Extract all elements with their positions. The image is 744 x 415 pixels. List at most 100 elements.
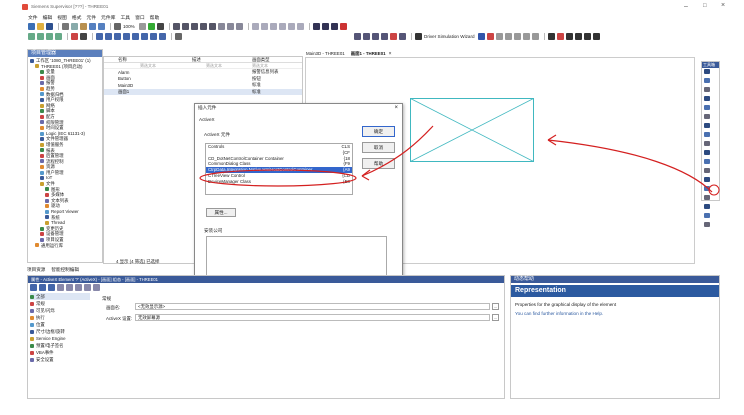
new-icon[interactable] bbox=[28, 23, 35, 30]
alarm-view-tool-icon[interactable] bbox=[704, 150, 710, 155]
property-category-item[interactable]: 可见/闪烁 bbox=[30, 307, 90, 314]
report-icon[interactable] bbox=[150, 33, 157, 40]
network-icon[interactable] bbox=[159, 33, 166, 40]
field-button-icon[interactable]: … bbox=[492, 303, 499, 310]
same-height-icon[interactable] bbox=[226, 23, 234, 30]
menu-view[interactable]: 视图 bbox=[57, 14, 67, 21]
ellipse-tool-icon[interactable] bbox=[704, 87, 710, 92]
align-left-icon[interactable] bbox=[172, 23, 180, 30]
align-right-icon[interactable] bbox=[190, 23, 198, 30]
list-item[interactable]: DeviceManager Class {E8 bbox=[206, 179, 352, 185]
layer-icon[interactable] bbox=[55, 33, 62, 40]
property-category-item[interactable]: 全部 bbox=[30, 293, 90, 300]
zoom-level[interactable]: 100% bbox=[123, 24, 135, 29]
property-category-item[interactable]: Service Engine bbox=[30, 335, 90, 342]
menu-tools[interactable]: 工具 bbox=[120, 14, 130, 21]
nav-icon[interactable] bbox=[531, 33, 539, 40]
properties-button[interactable]: 属性... bbox=[206, 208, 236, 217]
property-category-item[interactable]: 预置/电子签名 bbox=[30, 342, 90, 349]
settings-icon[interactable] bbox=[175, 33, 182, 40]
pin-icon[interactable] bbox=[75, 283, 82, 291]
ok-button[interactable]: 确定 bbox=[362, 126, 395, 137]
property-category-item[interactable]: VBA事件 bbox=[30, 349, 90, 356]
table-row[interactable]: 画面1 标准 bbox=[104, 88, 302, 95]
debug-icon[interactable] bbox=[156, 23, 164, 30]
send-back-icon[interactable] bbox=[260, 23, 268, 30]
tool-icon[interactable] bbox=[574, 33, 582, 40]
cut-icon[interactable] bbox=[62, 23, 69, 30]
nav-icon[interactable] bbox=[513, 33, 521, 40]
font-icon[interactable] bbox=[312, 23, 320, 30]
redo-icon[interactable] bbox=[98, 23, 105, 30]
flip-icon[interactable] bbox=[296, 23, 304, 30]
stop-icon[interactable] bbox=[80, 33, 87, 40]
same-size-icon[interactable] bbox=[235, 23, 243, 30]
user-icon[interactable] bbox=[141, 33, 148, 40]
grid-icon[interactable] bbox=[138, 23, 146, 30]
dialog-close-button[interactable]: × bbox=[394, 105, 398, 111]
trend-tool-icon[interactable] bbox=[704, 141, 710, 146]
bring-front-icon[interactable] bbox=[251, 23, 259, 30]
property-category-item[interactable]: 常规 bbox=[30, 300, 90, 307]
tool-icon[interactable] bbox=[547, 33, 555, 40]
filter-desc-input[interactable]: 筛选文本 bbox=[192, 63, 252, 69]
minimize-button[interactable]: – bbox=[684, 3, 688, 10]
bold-icon[interactable] bbox=[321, 23, 329, 30]
category-view-icon[interactable] bbox=[30, 283, 37, 291]
alarm-icon[interactable] bbox=[114, 33, 121, 40]
driver-icon[interactable] bbox=[415, 33, 422, 40]
tool-icon[interactable] bbox=[363, 33, 370, 40]
slider-tool-icon[interactable] bbox=[704, 159, 710, 164]
property-category-item[interactable]: 安全设置 bbox=[30, 356, 90, 363]
menu-format[interactable]: 格式 bbox=[72, 14, 82, 21]
menu-file[interactable]: 文件 bbox=[28, 14, 38, 21]
pointer-tool-icon[interactable] bbox=[704, 69, 710, 74]
open-icon[interactable] bbox=[37, 23, 44, 30]
group-icon[interactable] bbox=[269, 23, 277, 30]
nav-icon[interactable] bbox=[495, 33, 503, 40]
activex-settings-field[interactable]: 无效屏幕源 bbox=[135, 314, 490, 321]
save-icon[interactable] bbox=[46, 23, 53, 30]
chart-tool-icon[interactable] bbox=[704, 168, 710, 173]
grid-tool-icon[interactable] bbox=[704, 213, 710, 218]
zoom-icon[interactable] bbox=[114, 23, 121, 30]
layer-icon[interactable] bbox=[37, 33, 44, 40]
expand-icon[interactable] bbox=[57, 283, 64, 291]
recipe-icon[interactable] bbox=[132, 33, 139, 40]
nav-icon[interactable] bbox=[522, 33, 530, 40]
align-center-icon[interactable] bbox=[181, 23, 189, 30]
cancel-button[interactable]: 取消 bbox=[362, 142, 395, 153]
table-row[interactable]: Alarm 报警信息列表 bbox=[104, 69, 302, 76]
property-category-item[interactable]: 位置 bbox=[30, 321, 90, 328]
wizard-icon[interactable] bbox=[477, 33, 485, 40]
nav-icon[interactable] bbox=[504, 33, 512, 40]
play-icon[interactable] bbox=[147, 23, 155, 30]
maximize-button[interactable]: □ bbox=[703, 3, 707, 9]
filter-type-input[interactable]: 筛选文本 bbox=[252, 63, 268, 69]
ungroup-icon[interactable] bbox=[278, 23, 286, 30]
menu-library[interactable]: 元件库 bbox=[101, 14, 115, 21]
screen-name-field[interactable]: <无效显示源> bbox=[135, 303, 490, 310]
tab-main3d[interactable]: Main3D - THREE01 bbox=[306, 51, 345, 56]
tag-icon[interactable] bbox=[96, 33, 103, 40]
options-icon[interactable] bbox=[93, 283, 100, 291]
field-button-icon[interactable]: … bbox=[492, 314, 499, 321]
tab-smart-control[interactable]: 智能控制编辑 bbox=[51, 267, 79, 273]
italic-icon[interactable] bbox=[330, 23, 338, 30]
color-icon[interactable] bbox=[339, 23, 347, 30]
menu-window[interactable]: 窗口 bbox=[135, 14, 145, 21]
meter-tool-icon[interactable] bbox=[704, 195, 710, 200]
embed-tool-icon[interactable] bbox=[704, 222, 710, 227]
menu-help[interactable]: 帮助 bbox=[150, 14, 160, 21]
filter-name-input[interactable]: 筛选文本 bbox=[104, 63, 192, 69]
menu-edit[interactable]: 编辑 bbox=[43, 14, 53, 21]
filter-icon[interactable] bbox=[48, 283, 55, 291]
script-icon[interactable] bbox=[105, 33, 112, 40]
same-width-icon[interactable] bbox=[217, 23, 225, 30]
table-tool-icon[interactable] bbox=[704, 177, 710, 182]
switch-tool-icon[interactable] bbox=[704, 204, 710, 209]
menu-element[interactable]: 元件 bbox=[86, 14, 96, 21]
gauge-tool-icon[interactable] bbox=[704, 132, 710, 137]
image-tool-icon[interactable] bbox=[704, 123, 710, 128]
help-line-2[interactable]: You can find further information in the … bbox=[515, 311, 719, 316]
